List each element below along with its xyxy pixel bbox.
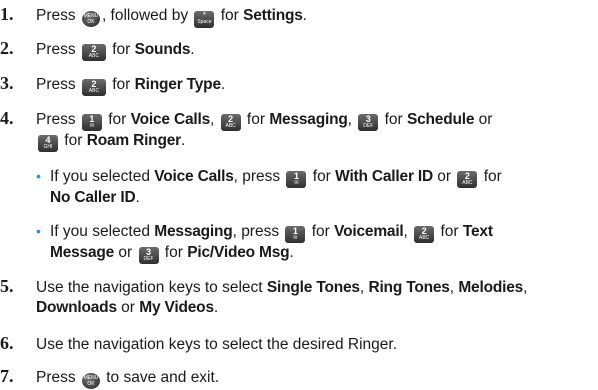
voicemail-label: Voicemail [334,223,404,240]
sub-bullet-voice-calls: • If you selected Voice Calls, press 1 ✉ f… [36,168,502,188]
roam-ringer-label: Roam Ringer [86,132,181,149]
step-number: 3. [0,73,14,93]
menu-ok-key-icon: MENU OK [81,373,100,389]
step-text: , followed by [101,7,193,24]
messaging-label: Messaging [269,111,348,128]
step-4: 4. Press 1 ✉ for Voice Calls, 2 ABC for Mes… [0,108,493,131]
step-text: Press [36,41,80,58]
menu-ok-key-icon: MENU OK [81,11,100,27]
key-1-icon: 1 ✉ [81,114,102,131]
key-2-icon: 2 ABC [457,171,478,188]
step-6: 6. Use the navigation keys to select the … [0,333,397,355]
step-text: for [107,41,135,58]
step-text: Press [36,111,80,128]
single-tones-label: Single Tones [266,279,360,296]
schedule-label: Schedule [406,111,475,128]
key-1-icon: 1 ✉ [286,171,307,188]
voice-calls-label: Voice Calls [154,168,234,185]
ring-tones-label: Ring Tones [368,279,450,296]
key-2-icon: 2 ABC [414,226,435,243]
step-number: 6. [0,333,14,353]
step-number: 7. [0,366,14,386]
text-label: Text [462,223,493,240]
step-text: Press [36,7,80,24]
key-2-icon: 2 ABC [220,114,241,131]
messaging-label: Messaging [154,223,233,240]
key-2-icon: 2 ABC [81,79,106,96]
step-5: 5. Use the navigation keys to select Sing… [0,276,528,296]
sounds-label: Sounds [134,41,191,58]
settings-label: Settings [243,7,303,24]
step-3: 3. Press 2 ABC for Ringer Type. [0,73,226,96]
star-space-key-icon: * Space [194,11,215,28]
message-label: Message [50,244,115,261]
sub-bullet-messaging-continued: Message or 3 DEF for Pic/Video Msg. [50,244,294,264]
my-videos-label: My Videos [139,299,214,316]
downloads-label: Downloads [36,299,117,316]
step-number: 2. [0,38,14,58]
step-5-continued: Downloads or My Videos. [36,299,219,316]
key-3-icon: 3 DEF [358,114,379,131]
step-text: Use the navigation keys to select the de… [36,336,398,353]
key-2-icon: 2 ABC [81,44,106,61]
melodies-label: Melodies [458,279,524,296]
step-text: for [107,76,135,93]
sub-bullet-messaging: • If you selected Messaging, press 1 ✉ for… [36,223,493,243]
bullet-icon: • [36,168,41,184]
bullet-icon: • [36,223,41,239]
with-caller-id-label: With Caller ID [335,168,433,185]
step-number: 4. [0,108,14,128]
step-text: for [216,7,244,24]
step-7: 7. Press MENU OK to save and exit. [0,366,220,389]
instruction-document: 1. Press MENU OK, followed by * Space for S… [0,0,598,390]
pic-video-msg-label: Pic/Video Msg [187,244,290,261]
step-4-continued: 4 GHI for Roam Ringer. [36,131,185,152]
step-text: Press [36,76,80,93]
no-caller-id-label: No Caller ID [50,189,136,206]
ringer-type-label: Ringer Type [134,76,221,93]
sub-bullet-voice-calls-continued: No Caller ID. [50,189,140,206]
key-3-icon: 3 DEF [138,247,159,264]
key-4-icon: 4 GHI [38,135,58,152]
step-1: 1. Press MENU OK, followed by * Space for S… [0,4,307,28]
step-number: 1. [0,4,14,24]
key-1-icon: 1 ✉ [285,226,306,243]
step-2: 2. Press 2 ABC for Sounds. [0,38,195,61]
voice-calls-label: Voice Calls [130,111,211,128]
step-number: 5. [0,276,14,296]
